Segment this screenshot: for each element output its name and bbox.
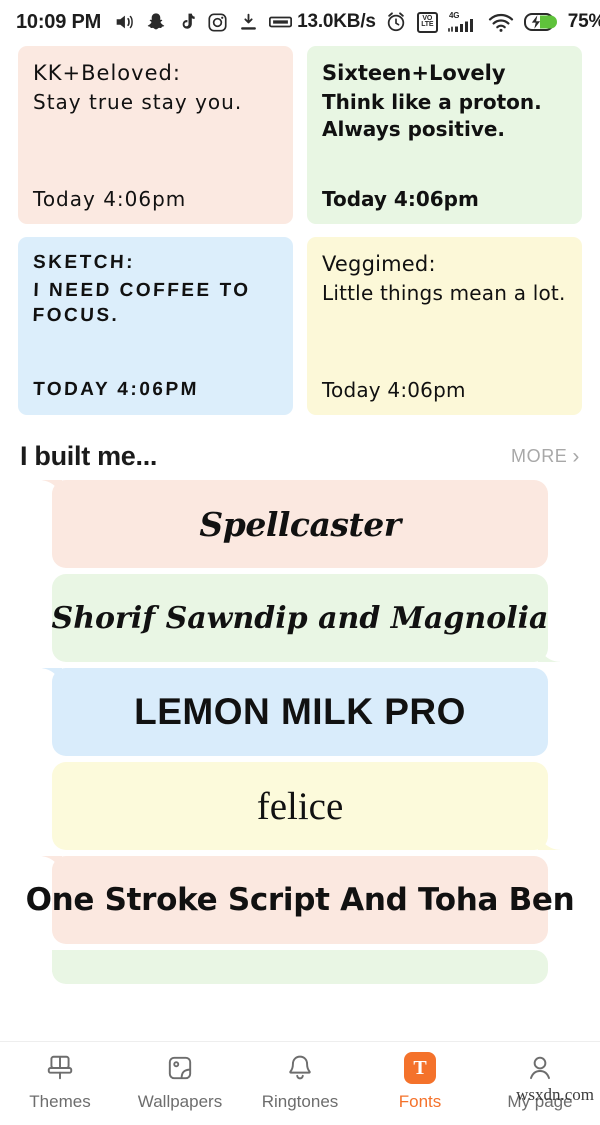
- volte-icon: VO LTE: [416, 11, 438, 33]
- download-icon: [238, 12, 259, 33]
- wallpaper-icon: [163, 1051, 197, 1085]
- tab-label: Fonts: [398, 1092, 442, 1111]
- note-card[interactable]: SKETCH: I NEED COFFEE TO FOCUS. TODAY 4:…: [18, 237, 293, 415]
- list-item[interactable]: One Stroke Script And Toha Ben: [0, 856, 600, 944]
- font-name: felice: [256, 784, 344, 828]
- font-name: One Stroke Script And Toha Ben: [25, 882, 575, 918]
- instagram-icon: [207, 12, 228, 33]
- battery-percent: 75%: [567, 11, 600, 32]
- more-button[interactable]: MORE ›: [511, 446, 580, 467]
- note-body: Think like a proton. Always positive.: [322, 90, 542, 141]
- tiktok-icon: [177, 11, 197, 33]
- network-speed: 13.0KB/s: [297, 11, 376, 32]
- note-body: I NEED COFFEE TO FOCUS.: [32, 279, 251, 326]
- note-body: Little things mean a lot.: [322, 281, 566, 306]
- list-item[interactable]: felice: [0, 762, 600, 850]
- note-time: Today 4:06pm: [322, 378, 466, 402]
- notes-grid: KK+Beloved: Stay true stay you. Today 4:…: [0, 44, 600, 415]
- font-bubble: [52, 950, 548, 984]
- note-title: Sixteen+Lovely: [322, 61, 506, 85]
- watermark: wsxdn.com: [516, 1085, 594, 1104]
- person-icon: [523, 1051, 557, 1085]
- note-card[interactable]: KK+Beloved: Stay true stay you. Today 4:…: [18, 46, 293, 224]
- list-item[interactable]: LEMON MILK PRO: [0, 668, 600, 756]
- note-card[interactable]: Sixteen+Lovely Think like a proton. Alwa…: [307, 46, 582, 224]
- page-title: I built me...: [20, 441, 158, 471]
- font-list: Spellcaster Shorif Sawndip and Magnolia …: [0, 480, 600, 984]
- list-item[interactable]: Spellcaster: [0, 480, 600, 568]
- note-title: Veggimed:: [322, 252, 436, 276]
- bottom-navigation: Themes Wallpapers Ringtones T Fonts My p…: [0, 1041, 600, 1125]
- list-item[interactable]: [0, 950, 600, 984]
- svg-text:4G: 4G: [449, 11, 459, 20]
- tab-label: Themes: [29, 1092, 91, 1111]
- inbox-icon: [269, 14, 293, 30]
- battery-charging-icon: [523, 12, 558, 32]
- note-time: Today 4:06pm: [322, 187, 479, 211]
- font-name: Shorif Sawndip and Magnolia: [51, 600, 549, 636]
- font-name: LEMON MILK PRO: [134, 691, 466, 732]
- snapchat-icon: [145, 11, 167, 33]
- tab-wallpapers[interactable]: Wallpapers: [120, 1051, 240, 1112]
- note-title: SKETCH:: [32, 252, 136, 273]
- chevron-right-icon: ›: [572, 445, 580, 468]
- tab-label: Wallpapers: [137, 1092, 223, 1111]
- note-time: TODAY 4:06PM: [32, 379, 200, 401]
- volume-icon: [113, 11, 135, 33]
- list-item[interactable]: Shorif Sawndip and Magnolia: [0, 574, 600, 662]
- tab-label: Ringtones: [261, 1092, 339, 1111]
- app-screen: 10:09 PM 13.0KB/s VO LTE 4G 75 KK+Belove…: [0, 0, 600, 1125]
- signal-4g-icon: 4G: [447, 10, 478, 34]
- note-body: Stay true stay you.: [33, 90, 243, 115]
- section-header: I built me... MORE ›: [0, 415, 600, 480]
- volte-bottom-label: LTE: [421, 21, 434, 28]
- wifi-icon: [488, 11, 514, 33]
- font-name: Spellcaster: [199, 504, 401, 544]
- note-card[interactable]: Veggimed: Little things mean a lot. Toda…: [307, 237, 582, 415]
- font-t-glyph: T: [404, 1052, 436, 1084]
- alarm-icon: [385, 11, 407, 33]
- note-time: Today 4:06pm: [33, 187, 187, 211]
- tab-ringtones[interactable]: Ringtones: [240, 1051, 360, 1112]
- status-bar: 10:09 PM 13.0KB/s VO LTE 4G 75: [0, 0, 600, 44]
- status-clock: 10:09 PM: [16, 10, 102, 33]
- more-label: MORE: [511, 446, 568, 466]
- tab-fonts[interactable]: T Fonts: [360, 1051, 480, 1112]
- bell-icon: [283, 1051, 317, 1085]
- tab-themes[interactable]: Themes: [0, 1051, 120, 1112]
- font-t-icon: T: [403, 1051, 437, 1085]
- theme-icon: [43, 1051, 77, 1085]
- note-title: KK+Beloved:: [33, 61, 181, 85]
